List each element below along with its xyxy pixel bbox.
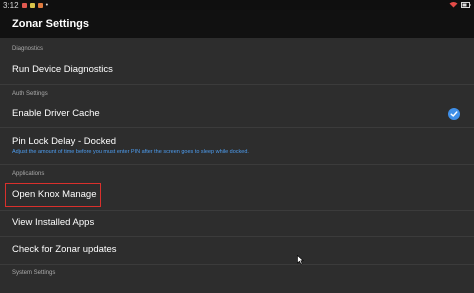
app-bar: Zonar Settings (0, 10, 474, 38)
wifi-icon (449, 1, 458, 10)
zonar-updates-label: Check for Zonar updates (12, 244, 117, 255)
driver-cache-item[interactable]: Enable Driver Cache (0, 108, 474, 119)
notification-icon (21, 2, 27, 8)
installed-apps-label: View Installed Apps (12, 217, 95, 228)
installed-apps-item[interactable]: View Installed Apps (0, 217, 474, 228)
notification-icon (37, 2, 43, 8)
highlight-box (5, 183, 101, 207)
check-icon[interactable] (448, 108, 460, 120)
divider (0, 264, 474, 265)
partial-item-label (12, 286, 474, 293)
zonar-updates-item[interactable]: Check for Zonar updates (0, 244, 474, 255)
battery-icon (461, 1, 471, 10)
pin-lock-description: Adjust the amount of time before you mus… (12, 149, 249, 155)
page-title: Zonar Settings (12, 18, 90, 30)
pin-lock-label: Pin Lock Delay - Docked (12, 136, 117, 147)
divider (0, 164, 474, 165)
divider (0, 236, 474, 237)
more-dots-icon: • (45, 1, 49, 9)
pin-lock-item[interactable]: Pin Lock Delay - Docked Adjust the amoun… (0, 136, 474, 155)
section-header-system: System Settings (12, 270, 56, 276)
partial-item[interactable] (0, 286, 474, 293)
section-header-auth: Auth Settings (12, 91, 48, 97)
status-time: 3:12 (3, 0, 19, 10)
divider (0, 84, 474, 85)
divider (0, 210, 474, 211)
notification-icon (29, 2, 35, 8)
mouse-cursor-icon (297, 252, 304, 270)
driver-cache-label: Enable Driver Cache (12, 108, 100, 119)
section-header-diagnostics: Diagnostics (12, 46, 44, 52)
divider (0, 127, 474, 128)
status-bar: 3:12 • (0, 0, 474, 10)
run-diagnostics-item[interactable]: Run Device Diagnostics (0, 64, 474, 75)
section-header-applications: Applications (12, 171, 45, 177)
run-diagnostics-label: Run Device Diagnostics (12, 64, 113, 75)
